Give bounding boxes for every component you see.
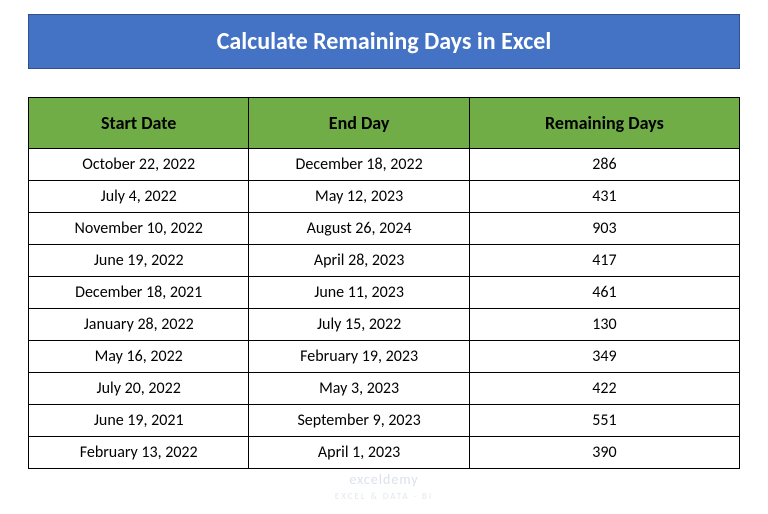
cell-remaining-days: 431 [469,181,739,213]
data-table: Start Date End Day Remaining Days Octobe… [28,97,740,469]
cell-remaining-days: 417 [469,245,739,277]
cell-end-day: August 26, 2024 [249,213,469,245]
cell-remaining-days: 286 [469,149,739,181]
cell-end-day: July 15, 2022 [249,309,469,341]
cell-remaining-days: 903 [469,213,739,245]
table-row: June 19, 2022April 28, 2023417 [29,245,740,277]
header-row: Start Date End Day Remaining Days [29,98,740,149]
cell-end-day: April 28, 2023 [249,245,469,277]
table-row: July 4, 2022May 12, 2023431 [29,181,740,213]
table-row: December 18, 2021June 11, 2023461 [29,277,740,309]
cell-end-day: June 11, 2023 [249,277,469,309]
cell-end-day: April 1, 2023 [249,437,469,469]
table-row: January 28, 2022July 15, 2022130 [29,309,740,341]
cell-start-date: February 13, 2022 [29,437,249,469]
cell-start-date: January 28, 2022 [29,309,249,341]
cell-start-date: May 16, 2022 [29,341,249,373]
cell-start-date: December 18, 2021 [29,277,249,309]
cell-remaining-days: 551 [469,405,739,437]
cell-start-date: June 19, 2022 [29,245,249,277]
cell-start-date: October 22, 2022 [29,149,249,181]
table-row: July 20, 2022May 3, 2023422 [29,373,740,405]
cell-end-day: May 12, 2023 [249,181,469,213]
cell-remaining-days: 130 [469,309,739,341]
cell-end-day: December 18, 2022 [249,149,469,181]
cell-start-date: November 10, 2022 [29,213,249,245]
cell-start-date: July 20, 2022 [29,373,249,405]
table-row: June 19, 2021September 9, 2023551 [29,405,740,437]
table-row: November 10, 2022August 26, 2024903 [29,213,740,245]
page-title: Calculate Remaining Days in Excel [28,14,740,69]
cell-remaining-days: 461 [469,277,739,309]
cell-start-date: July 4, 2022 [29,181,249,213]
header-remaining-days: Remaining Days [469,98,739,149]
cell-remaining-days: 390 [469,437,739,469]
cell-remaining-days: 349 [469,341,739,373]
cell-remaining-days: 422 [469,373,739,405]
watermark-sub: EXCEL & DATA · BI [335,491,433,502]
table-row: May 16, 2022February 19, 2023349 [29,341,740,373]
header-end-day: End Day [249,98,469,149]
cell-end-day: February 19, 2023 [249,341,469,373]
cell-end-day: May 3, 2023 [249,373,469,405]
cell-start-date: June 19, 2021 [29,405,249,437]
table-row: October 22, 2022December 18, 2022286 [29,149,740,181]
cell-end-day: September 9, 2023 [249,405,469,437]
table-row: February 13, 2022April 1, 2023390 [29,437,740,469]
header-start-date: Start Date [29,98,249,149]
